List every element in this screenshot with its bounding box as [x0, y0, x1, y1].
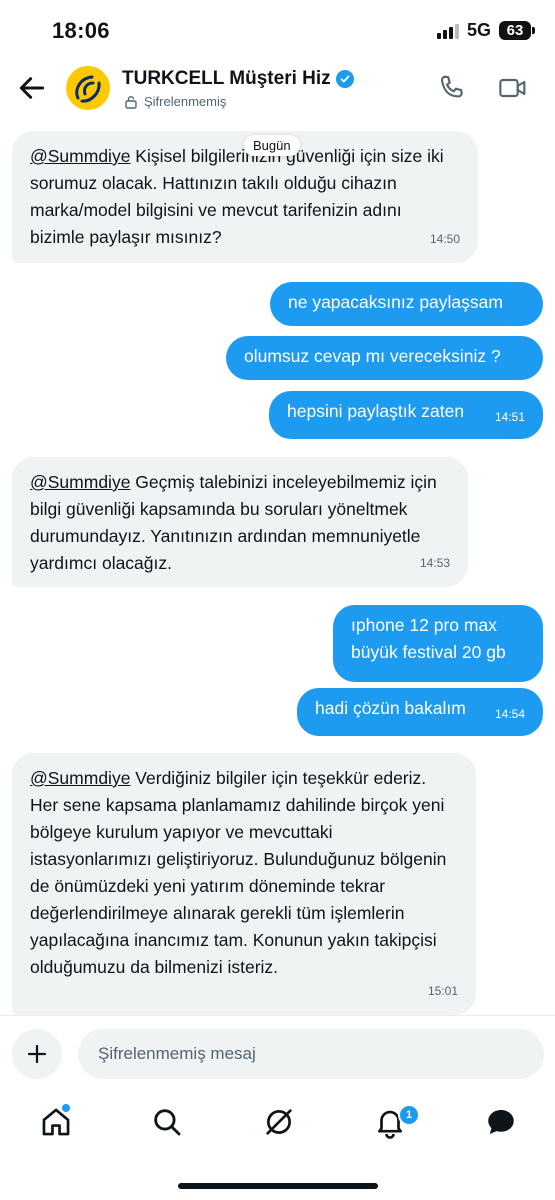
message-text: ıphone 12 pro max büyük festival 20 gb [351, 615, 506, 662]
message-text: hadi çözün bakalım [315, 698, 466, 718]
turkcell-logo-icon [75, 75, 101, 103]
message-text: olumsuz cevap mı vereceksiniz ? [244, 346, 501, 366]
mention-link[interactable]: @Summdiye [30, 768, 130, 788]
mention-link[interactable]: @Summdiye [30, 472, 130, 492]
unlocked-icon [125, 95, 137, 109]
add-attachment-button[interactable] [12, 1029, 62, 1079]
message-text: hepsini paylaştık zaten [287, 401, 465, 421]
encryption-label: Şifrelenmemiş [144, 94, 227, 109]
message-incoming[interactable]: @Summdiye Geçmiş talebinizi inceleyebilm… [12, 457, 468, 587]
notification-badge: 1 [398, 1104, 420, 1126]
composer-divider [0, 1015, 555, 1016]
messages-icon[interactable] [484, 1105, 518, 1139]
verified-badge-icon [335, 70, 354, 88]
battery-icon: 63 [499, 21, 535, 40]
signal-icon [436, 23, 459, 39]
contact-name[interactable]: TURKCELL Müşteri Hiz [122, 68, 354, 90]
back-arrow-icon[interactable] [16, 72, 48, 104]
message-time: 14:50 [429, 232, 460, 246]
search-icon[interactable] [150, 1105, 184, 1139]
message-outgoing[interactable]: hepsini paylaştık zaten 14:51 [269, 391, 543, 439]
message-outgoing[interactable]: hadi çözün bakalım 14:54 [297, 688, 543, 736]
date-divider: Bugün [244, 135, 300, 156]
video-call-icon[interactable] [497, 72, 529, 104]
network-type: 5G [466, 20, 491, 40]
contact-name-text: TURKCELL Müşteri Hiz [122, 68, 331, 89]
grok-icon[interactable] [262, 1105, 296, 1139]
message-time: 14:51 [494, 410, 525, 424]
message-text: Verdiğiniz bilgiler için teşekkür ederiz… [30, 768, 447, 977]
message-outgoing[interactable]: ne yapacaksınız paylaşsam [270, 282, 543, 326]
message-outgoing[interactable]: olumsuz cevap mı vereceksiniz ? [226, 336, 543, 380]
home-indicator [178, 1183, 378, 1189]
message-input[interactable]: Şifrelenmemiş mesaj [78, 1029, 544, 1079]
message-incoming[interactable]: @Summdiye Verdiğiniz bilgiler için teşek… [12, 753, 476, 1015]
status-indicators: 5G 63 [436, 20, 535, 41]
message-time: 14:53 [419, 556, 450, 570]
avatar[interactable] [66, 66, 110, 110]
message-text: ne yapacaksınız paylaşsam [288, 292, 503, 312]
home-unread-dot [62, 1104, 70, 1112]
status-time: 18:06 [52, 18, 110, 43]
encryption-status: Şifrelenmemiş [124, 94, 226, 109]
message-outgoing[interactable]: ıphone 12 pro max büyük festival 20 gb [333, 605, 543, 682]
message-time: 15:01 [427, 984, 458, 998]
message-time: 14:54 [494, 707, 525, 721]
message-input-placeholder: Şifrelenmemiş mesaj [98, 1044, 256, 1063]
mention-link[interactable]: @Summdiye [30, 146, 130, 166]
phone-call-icon[interactable] [436, 72, 468, 104]
plus-icon [27, 1044, 47, 1064]
